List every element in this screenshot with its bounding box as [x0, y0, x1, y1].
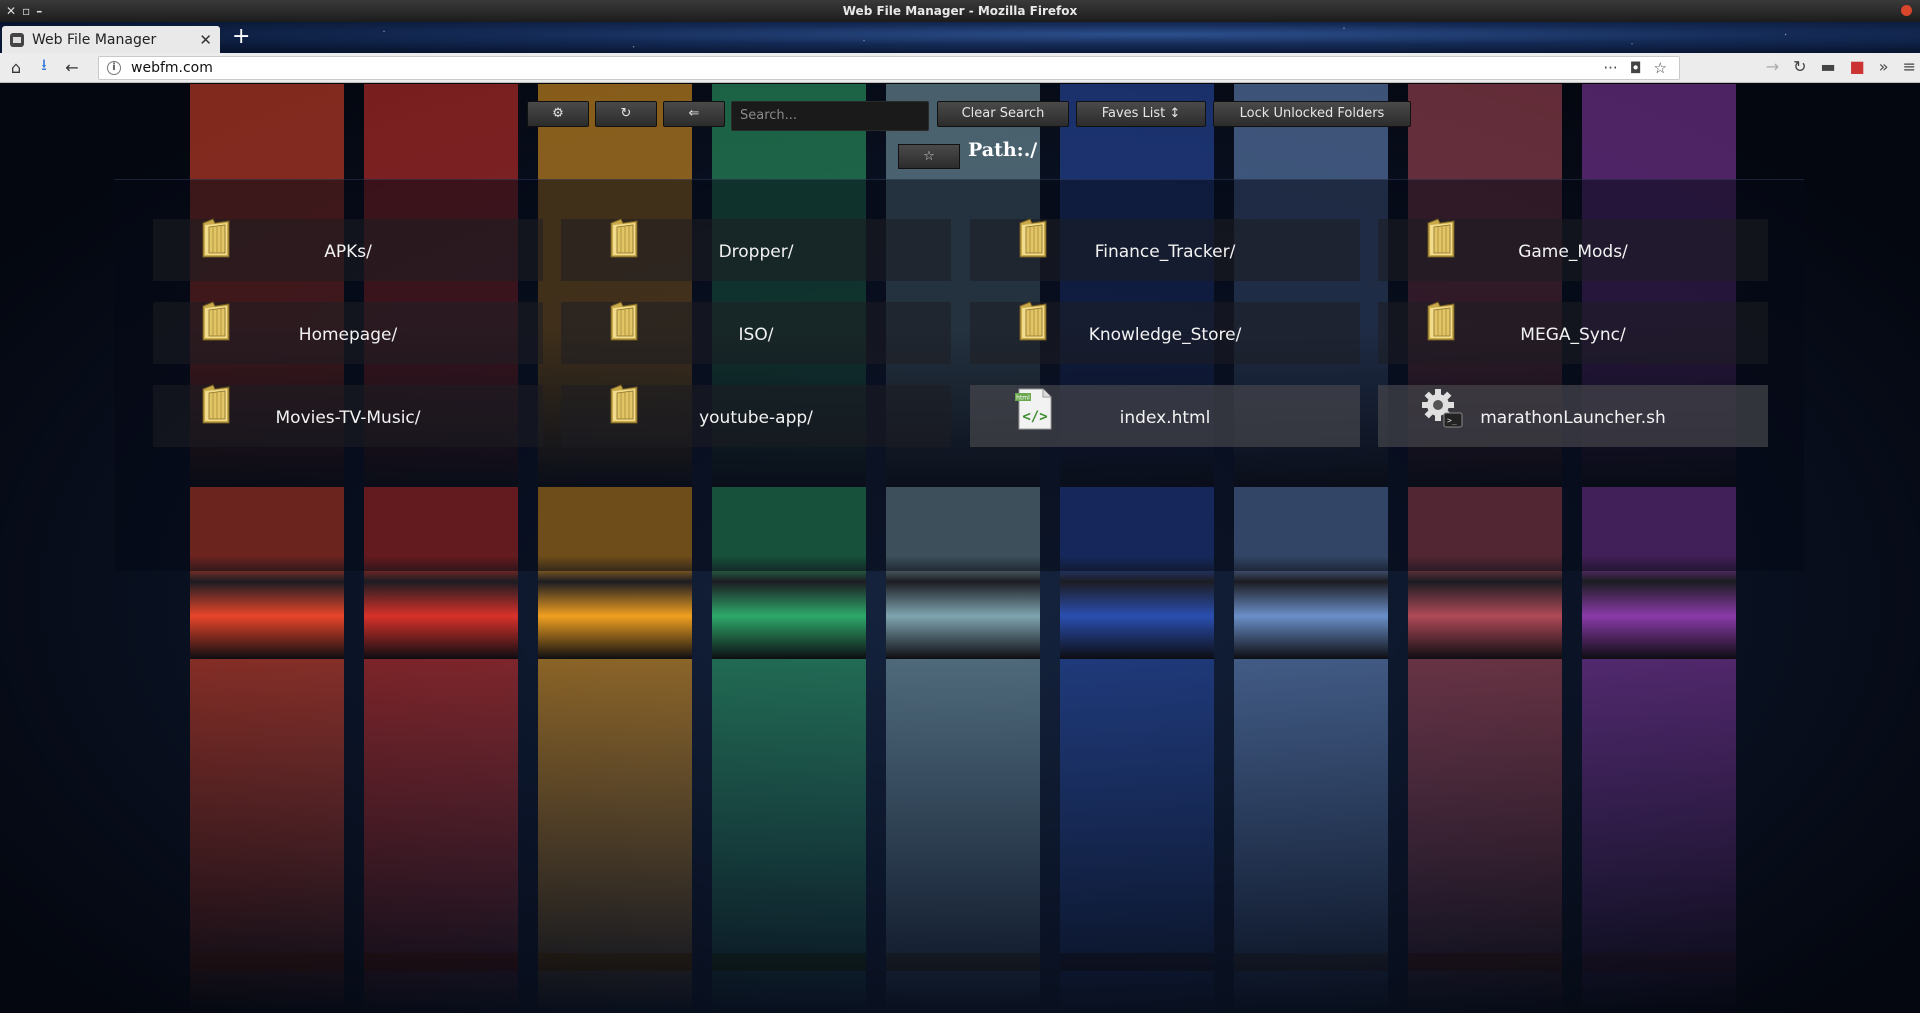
folder-entry[interactable]: youtube-app/ [561, 383, 951, 447]
folder-icon [1426, 300, 1456, 342]
tab-strip: Web File Manager ✕ [0, 22, 1920, 53]
page-actions-icon[interactable]: ··· [1603, 59, 1617, 77]
navigation-bar: ⌂ ⭳ ← i webfm.com ··· ◘ ☆ → ↻ ▬ ■ » ≡ [0, 53, 1920, 83]
folder-entry[interactable]: Homepage/ [153, 300, 543, 364]
clear-search-button[interactable]: Clear Search [937, 101, 1069, 127]
refresh-button[interactable]: ↻ [595, 101, 657, 127]
back-arrow-icon[interactable]: ← [60, 58, 84, 77]
settings-button[interactable]: ⚙ [527, 101, 589, 127]
tab-close-icon[interactable]: ✕ [199, 31, 212, 49]
extension-1-icon[interactable]: ▬ [1821, 57, 1836, 76]
window-controls: ✕ ▫ – [6, 0, 42, 22]
folder-icon [201, 300, 231, 342]
folder-entry[interactable]: Movies-TV-Music/ [153, 383, 543, 447]
folder-entry[interactable]: MEGA_Sync/ [1378, 300, 1768, 364]
pocket-icon[interactable]: ◘ [1630, 59, 1642, 77]
folder-entry[interactable]: APKs/ [153, 217, 543, 281]
svg-text:>_: >_ [1447, 416, 1457, 425]
menu-icon[interactable]: ≡ [1903, 57, 1916, 76]
script-file-icon: >_ [1420, 387, 1464, 431]
window-maximize-icon[interactable]: ▫ [22, 0, 30, 22]
url-text: webfm.com [131, 60, 213, 76]
download-icon[interactable]: ⭳ [32, 54, 56, 81]
browser-tab[interactable]: Web File Manager ✕ [2, 26, 220, 53]
site-info-icon[interactable]: i [107, 61, 121, 75]
back-button[interactable]: ⇐ [663, 101, 725, 127]
window-close-icon[interactable]: ✕ [6, 0, 16, 22]
folder-icon [609, 300, 639, 342]
page-content: ⚙ ↻ ⇐ Search... Clear Search Faves List … [0, 84, 1920, 1013]
file-toolbar: ⚙ ↻ ⇐ Search... Clear Search Faves List … [527, 101, 1411, 133]
html-file-icon: html </> [1015, 387, 1055, 431]
lock-folders-button[interactable]: Lock Unlocked Folders [1213, 101, 1411, 127]
folder-icon [609, 383, 639, 425]
tab-title: Web File Manager [32, 31, 157, 48]
forward-arrow-icon[interactable]: → [1766, 57, 1779, 76]
file-entry[interactable]: marathonLauncher.sh >_ [1378, 385, 1768, 447]
file-entry[interactable]: index.html html </> [970, 385, 1360, 447]
new-tab-icon[interactable]: + [232, 24, 250, 49]
search-input[interactable]: Search... [731, 101, 929, 131]
folder-icon [1426, 217, 1456, 259]
svg-text:</>: </> [1022, 409, 1047, 425]
folder-icon [1018, 300, 1048, 342]
tab-favicon-icon [10, 32, 24, 47]
folder-entry[interactable]: Knowledge_Store/ [970, 300, 1360, 364]
path-label: Path:./ [968, 139, 1038, 161]
window-title: Web File Manager - Mozilla Firefox [842, 4, 1078, 18]
overflow-icon[interactable]: » [1879, 57, 1889, 76]
home-icon[interactable]: ⌂ [4, 58, 28, 77]
folder-entry[interactable]: Game_Mods/ [1378, 217, 1768, 281]
window-titlebar: ✕ ▫ – Web File Manager - Mozilla Firefox [0, 0, 1920, 22]
url-bar[interactable]: i webfm.com ··· ◘ ☆ [98, 56, 1680, 80]
window-close-dot-icon[interactable] [1901, 5, 1912, 16]
folder-entry[interactable]: ISO/ [561, 300, 951, 364]
svg-text:html: html [1016, 395, 1030, 402]
window-minimize-icon[interactable]: – [36, 0, 42, 22]
folder-icon [1018, 217, 1048, 259]
reload-icon[interactable]: ↻ [1793, 57, 1806, 76]
faves-list-button[interactable]: Faves List ↕ [1076, 101, 1206, 127]
folder-entry[interactable]: Dropper/ [561, 217, 951, 281]
folder-entry[interactable]: Finance_Tracker/ [970, 217, 1360, 281]
extension-2-icon[interactable]: ■ [1850, 57, 1865, 76]
folder-icon [609, 217, 639, 259]
folder-icon [201, 217, 231, 259]
folder-icon [201, 383, 231, 425]
bookmark-star-icon[interactable]: ☆ [1654, 59, 1667, 77]
favorite-star-button[interactable]: ☆ [898, 144, 960, 169]
